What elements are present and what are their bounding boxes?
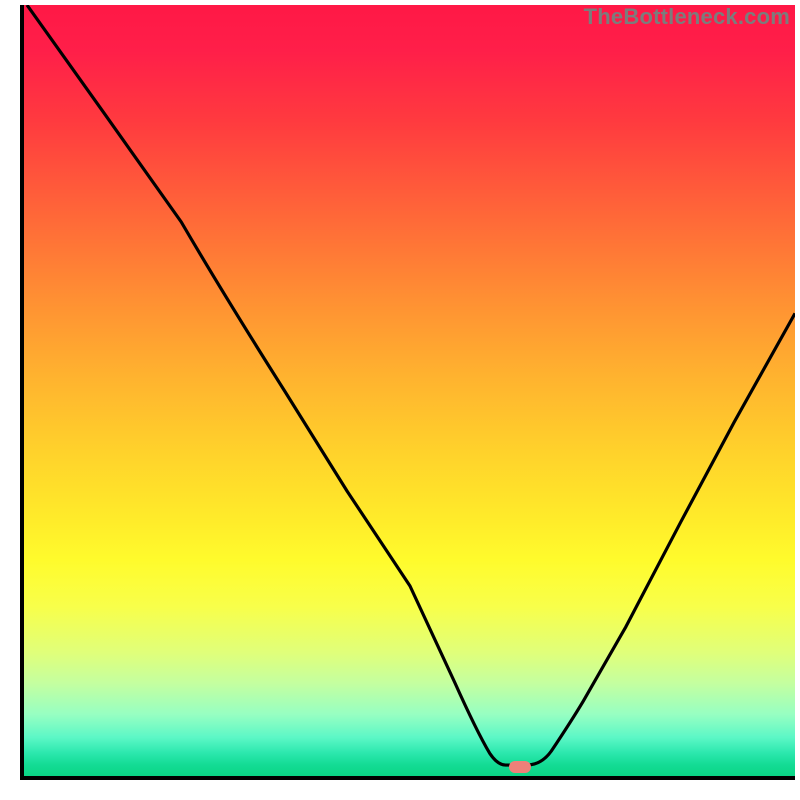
plot-area [20,5,795,780]
bottleneck-curve-path [27,5,795,765]
bottleneck-chart: TheBottleneck.com [0,0,800,800]
curve-svg [24,5,795,776]
optimum-marker [509,761,531,773]
watermark-text: TheBottleneck.com [584,4,790,30]
